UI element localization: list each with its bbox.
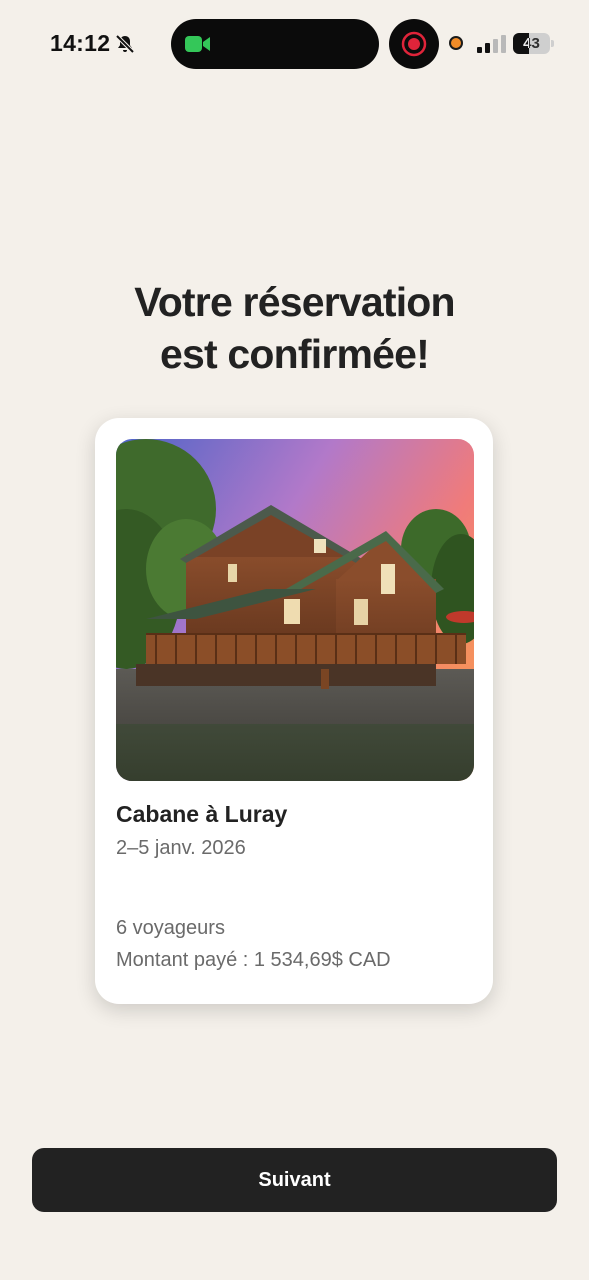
- facetime-video-icon: [185, 33, 211, 55]
- screen-record-indicator[interactable]: [389, 19, 439, 69]
- status-bar: 14:12 43: [0, 0, 589, 90]
- bell-slash-icon: [114, 33, 136, 55]
- reservation-card[interactable]: Cabane à Luray 2–5 janv. 2026 6 voyageur…: [95, 418, 493, 1004]
- cellular-signal-icon: [477, 34, 507, 54]
- battery-icon: 43: [513, 33, 555, 55]
- amount-paid: Montant payé : 1 534,69$ CAD: [116, 949, 391, 971]
- heading-line-2: est confirmée!: [159, 331, 430, 377]
- listing-photo: [116, 439, 474, 781]
- heading-line-1: Votre réservation: [134, 279, 455, 325]
- mic-indicator-dot: [449, 36, 463, 50]
- reservation-dates: 2–5 janv. 2026: [116, 837, 246, 859]
- status-time: 14:12: [50, 30, 111, 56]
- next-button[interactable]: Suivant: [32, 1148, 557, 1212]
- screen-record-icon: [401, 31, 427, 57]
- listing-title: Cabane à Luray: [116, 801, 288, 827]
- guest-count: 6 voyageurs: [116, 917, 225, 939]
- battery-level: 43: [523, 35, 540, 52]
- dynamic-island[interactable]: [171, 19, 379, 69]
- confirmation-heading: Votre réservation est confirmée!: [40, 276, 549, 380]
